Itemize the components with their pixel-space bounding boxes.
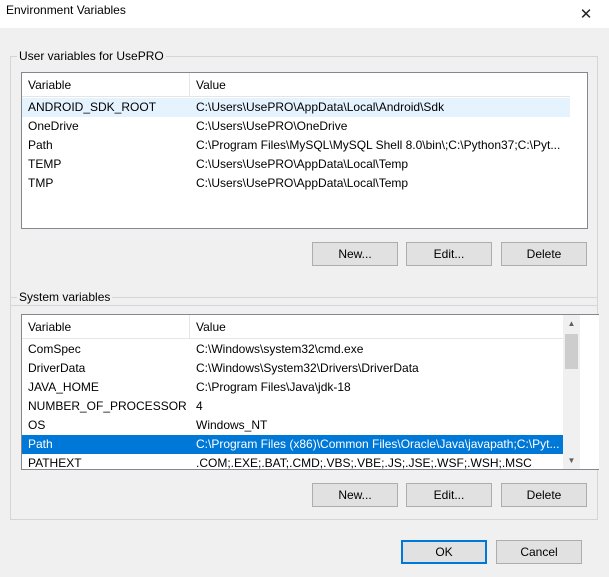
- window-title: Environment Variables: [6, 3, 126, 17]
- variable-name: Path: [28, 437, 53, 451]
- variable-value: .COM;.EXE;.BAT;.CMD;.VBS;.VBE;.JS;.JSE;.…: [196, 456, 532, 470]
- variable-value: C:\Program Files\MySQL\MySQL Shell 8.0\b…: [196, 138, 561, 152]
- variable-name: ComSpec: [28, 342, 81, 356]
- table-row[interactable]: ComSpec C:\Windows\system32\cmd.exe: [22, 340, 563, 359]
- system-edit-button[interactable]: Edit...: [406, 483, 492, 507]
- variable-value: C:\Windows\system32\cmd.exe: [196, 342, 364, 356]
- user-delete-button[interactable]: Delete: [501, 242, 587, 266]
- title-bar: Environment Variables ✕: [0, 0, 609, 28]
- system-list-scrollbar[interactable]: ▲ ▼: [563, 315, 580, 469]
- variable-name: NUMBER_OF_PROCESSORS: [28, 399, 186, 413]
- variable-value: C:\Windows\System32\Drivers\DriverData: [196, 361, 419, 375]
- system-variables-group: System variables Variable Value ComSpec C…: [10, 290, 599, 520]
- user-variables-group: User variables for UsePRO Variable Value…: [10, 49, 598, 306]
- user-edit-button[interactable]: Edit...: [406, 242, 492, 266]
- table-row[interactable]: OneDrive C:\Users\UsePRO\OneDrive: [22, 117, 570, 136]
- variable-value: C:\Users\UsePRO\OneDrive: [196, 119, 348, 133]
- table-row[interactable]: OS Windows_NT: [22, 416, 563, 435]
- system-col-value-header[interactable]: Value: [190, 315, 226, 339]
- table-row[interactable]: Path C:\Program Files (x86)\Common Files\…: [22, 435, 563, 454]
- table-row[interactable]: NUMBER_OF_PROCESSORS 4: [22, 397, 563, 416]
- user-variables-label: User variables for UsePRO: [17, 49, 166, 63]
- variable-name: PATHEXT: [28, 456, 82, 470]
- user-col-value-header[interactable]: Value: [190, 73, 226, 97]
- variable-value: Windows_NT: [196, 418, 268, 432]
- variable-name: OS: [28, 418, 46, 432]
- variable-name: TEMP: [28, 157, 62, 171]
- chevron-up-icon: ▲: [567, 319, 576, 328]
- close-icon: ✕: [579, 6, 593, 23]
- variable-name: TMP: [28, 176, 54, 190]
- user-list-header: Variable Value: [22, 73, 570, 97]
- system-variables-label: System variables: [17, 290, 113, 304]
- variable-name: ANDROID_SDK_ROOT: [28, 100, 157, 114]
- scroll-thumb[interactable]: [565, 334, 578, 369]
- scroll-down-button[interactable]: ▼: [563, 452, 580, 469]
- system-delete-button[interactable]: Delete: [501, 483, 587, 507]
- ok-button[interactable]: OK: [401, 540, 487, 564]
- table-row[interactable]: TMP C:\Users\UsePRO\AppData\Local\Temp: [22, 174, 570, 193]
- table-row[interactable]: PATHEXT .COM;.EXE;.BAT;.CMD;.VBS;.VBE;.JS…: [22, 454, 563, 470]
- user-variables-list[interactable]: Variable Value ANDROID_SDK_ROOT C:\Users\…: [21, 72, 588, 229]
- variable-name: JAVA_HOME: [28, 380, 99, 394]
- table-row[interactable]: TEMP C:\Users\UsePRO\AppData\Local\Temp: [22, 155, 570, 174]
- chevron-down-icon: ▼: [567, 456, 576, 465]
- close-button[interactable]: ✕: [563, 0, 609, 28]
- system-new-button[interactable]: New...: [312, 483, 398, 507]
- variable-value: 4: [196, 399, 203, 413]
- variable-value: C:\Users\UsePRO\AppData\Local\Temp: [196, 157, 409, 171]
- dialog-body: User variables for UsePRO Variable Value…: [0, 28, 609, 577]
- table-row[interactable]: JAVA_HOME C:\Program Files\Java\jdk-18: [22, 378, 563, 397]
- table-row[interactable]: Path C:\Program Files\MySQL\MySQL Shell 8…: [22, 136, 570, 155]
- user-col-variable-header[interactable]: Variable: [22, 73, 190, 97]
- cancel-button[interactable]: Cancel: [496, 540, 582, 564]
- variable-value: C:\Program Files (x86)\Common Files\Orac…: [196, 437, 560, 451]
- variable-value: C:\Users\UsePRO\AppData\Local\Temp: [196, 176, 409, 190]
- user-new-button[interactable]: New...: [312, 242, 398, 266]
- system-list-header: Variable Value: [22, 315, 563, 339]
- variable-name: OneDrive: [28, 119, 79, 133]
- variable-value: C:\Users\UsePRO\AppData\Local\Android\Sd…: [196, 100, 445, 114]
- variable-name: Path: [28, 138, 53, 152]
- table-row[interactable]: ANDROID_SDK_ROOT C:\Users\UsePRO\AppData\…: [22, 98, 570, 117]
- system-variables-list[interactable]: Variable Value ComSpec C:\Windows\system3…: [21, 314, 599, 470]
- variable-value: C:\Program Files\Java\jdk-18: [196, 380, 351, 394]
- table-row[interactable]: DriverData C:\Windows\System32\Drivers\Dr…: [22, 359, 563, 378]
- system-col-variable-header[interactable]: Variable: [22, 315, 190, 339]
- scroll-up-button[interactable]: ▲: [563, 315, 580, 332]
- variable-name: DriverData: [28, 361, 86, 375]
